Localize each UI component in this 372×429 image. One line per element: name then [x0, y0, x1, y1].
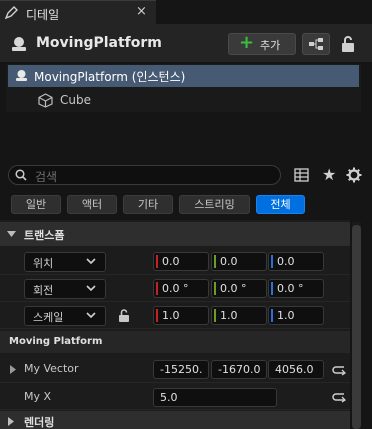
tab-details[interactable]: 디테일 ×	[0, 0, 156, 24]
my-vector-x-field[interactable]: -15250.	[153, 360, 209, 379]
rotation-y-field[interactable]: 0.0 °	[211, 279, 267, 298]
scale-z-value: 1.0	[277, 309, 295, 322]
property-row-my-x: My X 5.0	[0, 384, 350, 410]
close-icon[interactable]: ×	[136, 4, 147, 19]
add-label: 추가	[260, 39, 281, 52]
location-y-value: 0.0	[220, 255, 238, 268]
search-icon	[15, 169, 27, 181]
x-axis-bar	[156, 282, 158, 295]
chevron-down-icon	[7, 231, 16, 237]
y-axis-bar	[214, 255, 216, 268]
search-input[interactable]: 검색	[8, 165, 281, 185]
location-y-field[interactable]: 0.0	[211, 252, 267, 271]
property-row-location: 위치 0.0 0.0 0.0	[0, 248, 350, 275]
property-row-scale: 스케일 1.0 1.0 1.0	[0, 302, 350, 329]
property-row-my-vector: My Vector -15250. -1670.0 4056.0	[0, 355, 350, 383]
scale-z-field[interactable]: 1.0	[268, 306, 324, 325]
tree-root-label: MovingPlatform (인스턴스)	[34, 70, 186, 84]
scale-dropdown[interactable]: 스케일	[24, 306, 106, 326]
chevron-right-icon	[8, 417, 14, 426]
chevron-down-icon	[86, 285, 96, 292]
filter-actor[interactable]: 액터	[67, 195, 117, 214]
search-placeholder: 검색	[35, 170, 58, 184]
my-x-value: 5.0	[160, 391, 178, 404]
unlock-icon[interactable]	[117, 309, 131, 323]
tree-child-label[interactable]: Cube	[60, 93, 91, 107]
details-icon	[5, 6, 18, 19]
my-x-label: My X	[24, 390, 52, 403]
category-moving-platform[interactable]: Moving Platform	[0, 331, 350, 353]
rotation-x-field[interactable]: 0.0 °	[153, 279, 209, 298]
scale-x-field[interactable]: 1.0	[153, 306, 209, 325]
z-axis-bar	[271, 255, 273, 268]
category-label: 트랜스폼	[24, 229, 65, 242]
location-z-value: 0.0	[277, 255, 295, 268]
gear-icon[interactable]	[346, 167, 362, 183]
scale-label: 스케일	[33, 311, 64, 324]
category-label: 렌더링	[24, 416, 55, 429]
my-vector-y-value: -1670.0	[218, 363, 261, 376]
my-vector-x-value: -15250.	[160, 363, 203, 376]
my-vector-z-value: 4056.0	[275, 363, 314, 376]
tab-label: 디테일	[26, 8, 60, 22]
scale-y-value: 1.0	[220, 309, 238, 322]
details-header: MovingPlatform + 추가	[0, 24, 372, 62]
blueprint-button[interactable]	[302, 33, 330, 55]
scrollbar-thumb[interactable]	[352, 225, 361, 429]
y-axis-bar	[214, 309, 216, 322]
actor-icon	[16, 70, 27, 81]
reset-arrow-icon[interactable]	[332, 391, 346, 403]
location-x-field[interactable]: 0.0	[153, 252, 209, 271]
actor-icon	[12, 37, 26, 51]
filter-misc[interactable]: 기타	[123, 195, 173, 214]
my-x-field[interactable]: 5.0	[153, 388, 277, 407]
scale-y-field[interactable]: 1.0	[211, 306, 267, 325]
blueprint-icon	[309, 38, 323, 50]
my-vector-z-field[interactable]: 4056.0	[268, 360, 324, 379]
filter-streaming[interactable]: 스트리밍	[179, 195, 250, 214]
lock-icon[interactable]	[338, 34, 358, 54]
rotation-label: 회전	[33, 284, 54, 297]
x-axis-bar	[156, 309, 158, 322]
category-rendering[interactable]: 렌더링	[0, 411, 350, 429]
location-label: 위치	[33, 257, 54, 270]
property-row-rotation: 회전 0.0 ° 0.0 ° 0.0 °	[0, 275, 350, 302]
reset-arrow-icon[interactable]	[332, 364, 346, 376]
actor-title: MovingPlatform	[36, 35, 162, 51]
chevron-down-icon	[86, 258, 96, 265]
add-component-button[interactable]: + 추가	[228, 32, 296, 55]
my-vector-label: My Vector	[24, 362, 79, 375]
z-axis-bar	[271, 309, 273, 322]
rotation-z-value: 0.0 °	[277, 282, 304, 295]
filter-general[interactable]: 일반	[11, 195, 61, 214]
rotation-y-value: 0.0 °	[220, 282, 247, 295]
scale-x-value: 1.0	[162, 309, 180, 322]
chevron-down-icon	[86, 312, 96, 319]
category-transform[interactable]: 트랜스폼	[0, 222, 350, 246]
plus-icon: +	[239, 32, 255, 53]
location-z-field[interactable]: 0.0	[268, 252, 324, 271]
cube-icon	[38, 93, 53, 108]
filter-all[interactable]: 전체	[256, 195, 305, 214]
star-icon[interactable]: ★	[322, 165, 336, 184]
location-dropdown[interactable]: 위치	[24, 252, 106, 272]
rotation-z-field[interactable]: 0.0 °	[268, 279, 324, 298]
location-x-value: 0.0	[162, 255, 180, 268]
rotation-dropdown[interactable]: 회전	[24, 279, 106, 299]
table-view-icon[interactable]	[294, 168, 309, 182]
my-vector-y-field[interactable]: -1670.0	[211, 360, 267, 379]
category-label: Moving Platform	[9, 336, 103, 347]
y-axis-bar	[214, 282, 216, 295]
chevron-right-icon[interactable]	[10, 365, 16, 374]
z-axis-bar	[271, 282, 273, 295]
rotation-x-value: 0.0 °	[162, 282, 189, 295]
x-axis-bar	[156, 255, 158, 268]
